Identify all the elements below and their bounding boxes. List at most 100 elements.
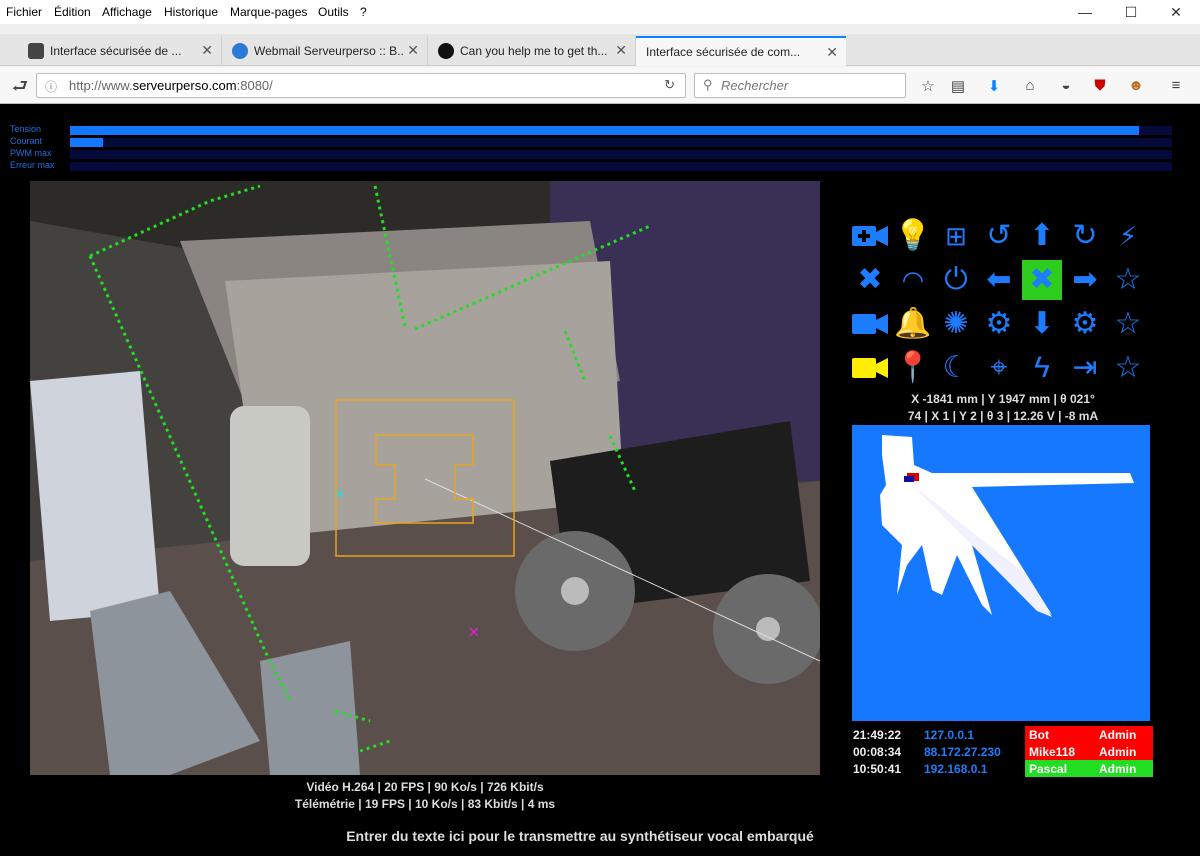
user-name: Pascal — [1029, 762, 1068, 776]
video-feed[interactable]: × × — [30, 181, 820, 775]
tab-title: Can you help me to get th... — [460, 44, 608, 58]
arrow-right-icon[interactable]: ➡ — [1065, 260, 1105, 300]
plug-icon[interactable]: ⚡︎ — [1108, 216, 1148, 256]
user-role: Admin — [1099, 745, 1137, 759]
close-icon[interactable]: ✖ — [850, 260, 890, 300]
alarm-icon[interactable]: 🔔 — [893, 304, 933, 344]
gauge-label: Erreur max — [10, 160, 55, 170]
magenta-marker[interactable]: × — [467, 622, 480, 641]
gear-icon[interactable]: ⚙ — [1065, 304, 1105, 344]
gripper-right — [260, 641, 360, 775]
rotate-left-icon[interactable]: ↺ — [979, 216, 1019, 256]
url-prefix: http://www. — [69, 78, 133, 93]
tab-interface-active[interactable]: Interface sécurisée de com... ✕ — [636, 36, 846, 66]
bookmark-star-icon[interactable]: ☆ — [918, 77, 938, 95]
close-tab-icon[interactable]: ✕ — [407, 42, 419, 59]
gauge-label: Courant — [10, 136, 43, 146]
reading-list-icon[interactable]: ▤ — [948, 77, 968, 95]
menu-outils[interactable]: Outils — [318, 5, 349, 19]
star-icon[interactable]: ☆ — [1108, 260, 1148, 300]
github-favicon-icon — [438, 43, 454, 59]
camera-active-icon[interactable] — [850, 348, 890, 388]
home-icon[interactable]: ⌂ — [1020, 77, 1040, 94]
close-tab-icon[interactable]: ✕ — [201, 42, 213, 59]
gauges-panel: Tension Courant PWM max Erreur max — [10, 124, 1172, 172]
gauge-track — [70, 138, 1172, 147]
lightbulb-icon[interactable]: 💡 — [893, 216, 933, 256]
maximize-icon[interactable]: ☐ — [1121, 4, 1141, 21]
sleep-icon[interactable]: ☾ — [936, 348, 976, 388]
network-icon[interactable]: ⊞ — [936, 216, 976, 256]
menu-fichier[interactable]: Fichier — [6, 5, 42, 19]
menu-help[interactable]: ? — [360, 5, 367, 19]
wifi-icon[interactable]: ◠ — [893, 260, 933, 300]
menu-historique[interactable]: Historique — [164, 5, 218, 19]
gauge-pwm-max: PWM max — [10, 148, 1172, 160]
gear-icon[interactable]: ⚙ — [979, 304, 1019, 344]
user-role: Admin — [1099, 762, 1137, 776]
gauge-tension: Tension — [10, 124, 1172, 136]
search-input[interactable]: ⚲ Rechercher — [694, 73, 906, 98]
user-row: 21:49:22 127.0.0.1 Bot Admin — [853, 726, 1158, 743]
extension-icon[interactable]: ☻ — [1126, 77, 1146, 94]
close-window-icon[interactable]: ✕ — [1166, 4, 1186, 21]
user-ip: 192.168.0.1 — [924, 762, 988, 776]
server-favicon-icon — [28, 43, 44, 59]
power-icon[interactable]: ⏻ — [936, 260, 976, 300]
user-row: 00:08:34 88.172.27.230 Mike118 Admin — [853, 743, 1158, 760]
user-time: 21:49:22 — [853, 728, 902, 742]
arrow-up-icon[interactable]: ⬆ — [1022, 216, 1062, 256]
star-icon[interactable]: ☆ — [1108, 304, 1148, 344]
video-add-icon[interactable] — [850, 216, 890, 256]
download-icon[interactable]: ⬇ — [984, 77, 1004, 95]
sensor-readout: 74 | X 1 | Y 2 | θ 3 | 12.26 V | -8 mA — [907, 409, 1099, 423]
tts-input[interactable]: Entrer du texte ici pour le transmettre … — [30, 828, 1130, 844]
tab-interface-1[interactable]: Interface sécurisée de ... ✕ — [18, 36, 222, 66]
minimize-icon[interactable]: — — [1075, 4, 1095, 20]
arrow-down-icon[interactable]: ⬇ — [1022, 304, 1062, 344]
url-bar[interactable]: ⓘ http://www.serveurperso.com:8080/ ↻ — [36, 73, 686, 98]
url-suffix: :8080/ — [236, 78, 273, 93]
tab-webmail[interactable]: Webmail Serveurperso :: B... ✕ — [222, 36, 428, 66]
users-list: 21:49:22 127.0.0.1 Bot Admin 00:08:34 88.… — [853, 726, 1158, 777]
hamburger-menu-icon[interactable]: ≡ — [1166, 77, 1186, 94]
user-badge: Bot Admin — [1025, 726, 1153, 743]
menu-edition[interactable]: Édition — [54, 5, 91, 19]
pocket-icon[interactable]: ◒ — [1056, 77, 1076, 94]
laser-icon[interactable]: ✺ — [936, 304, 976, 344]
user-ip: 127.0.0.1 — [924, 728, 975, 742]
stop-icon[interactable]: ✖ — [1022, 260, 1062, 300]
map-drawing — [880, 435, 1134, 617]
explored-area — [880, 435, 1134, 615]
video-scene: × × — [30, 181, 820, 775]
lightning-icon[interactable]: ϟ — [1022, 348, 1062, 388]
user-badge: Pascal Admin — [1025, 760, 1153, 777]
close-tab-icon[interactable]: ✕ — [615, 42, 627, 59]
search-placeholder: Rechercher — [721, 78, 789, 93]
arrow-left-icon[interactable]: ⬅ — [979, 260, 1019, 300]
gauge-track — [70, 150, 1172, 159]
exit-icon[interactable]: ⇥ — [1065, 348, 1105, 388]
video-icon[interactable] — [850, 304, 890, 344]
gauge-fill — [70, 138, 104, 147]
user-time: 10:50:41 — [853, 762, 902, 776]
robot-interface: Tension Courant PWM max Erreur max × × V… — [0, 104, 1200, 856]
lidar-map[interactable] — [852, 425, 1150, 721]
star-icon[interactable]: ☆ — [1108, 348, 1148, 388]
navigation-bar: ⮐ ⓘ http://www.serveurperso.com:8080/ ↻ … — [0, 67, 1200, 104]
ublock-icon[interactable]: ⛊ — [1090, 77, 1110, 94]
bottle — [230, 406, 310, 566]
user-name: Mike118 — [1029, 745, 1076, 759]
close-tab-icon[interactable]: ✕ — [826, 44, 838, 61]
rotate-right-icon[interactable]: ↻ — [1065, 216, 1105, 256]
gauge-track — [70, 162, 1172, 171]
menu-marque-pages[interactable]: Marque-pages — [230, 5, 307, 19]
info-icon[interactable]: ⓘ — [45, 78, 57, 95]
target-icon[interactable]: ⌖ — [979, 348, 1019, 388]
reload-icon[interactable]: ↻ — [664, 77, 675, 93]
tab-github[interactable]: Can you help me to get th... ✕ — [428, 36, 636, 66]
menu-affichage[interactable]: Affichage — [102, 5, 152, 19]
location-icon[interactable]: 📍 — [893, 348, 933, 388]
video-stats-line1: Vidéo H.264 | 20 FPS | 90 Ko/s | 726 Kbi… — [306, 780, 544, 794]
back-icon[interactable]: ⮐ — [10, 74, 30, 104]
